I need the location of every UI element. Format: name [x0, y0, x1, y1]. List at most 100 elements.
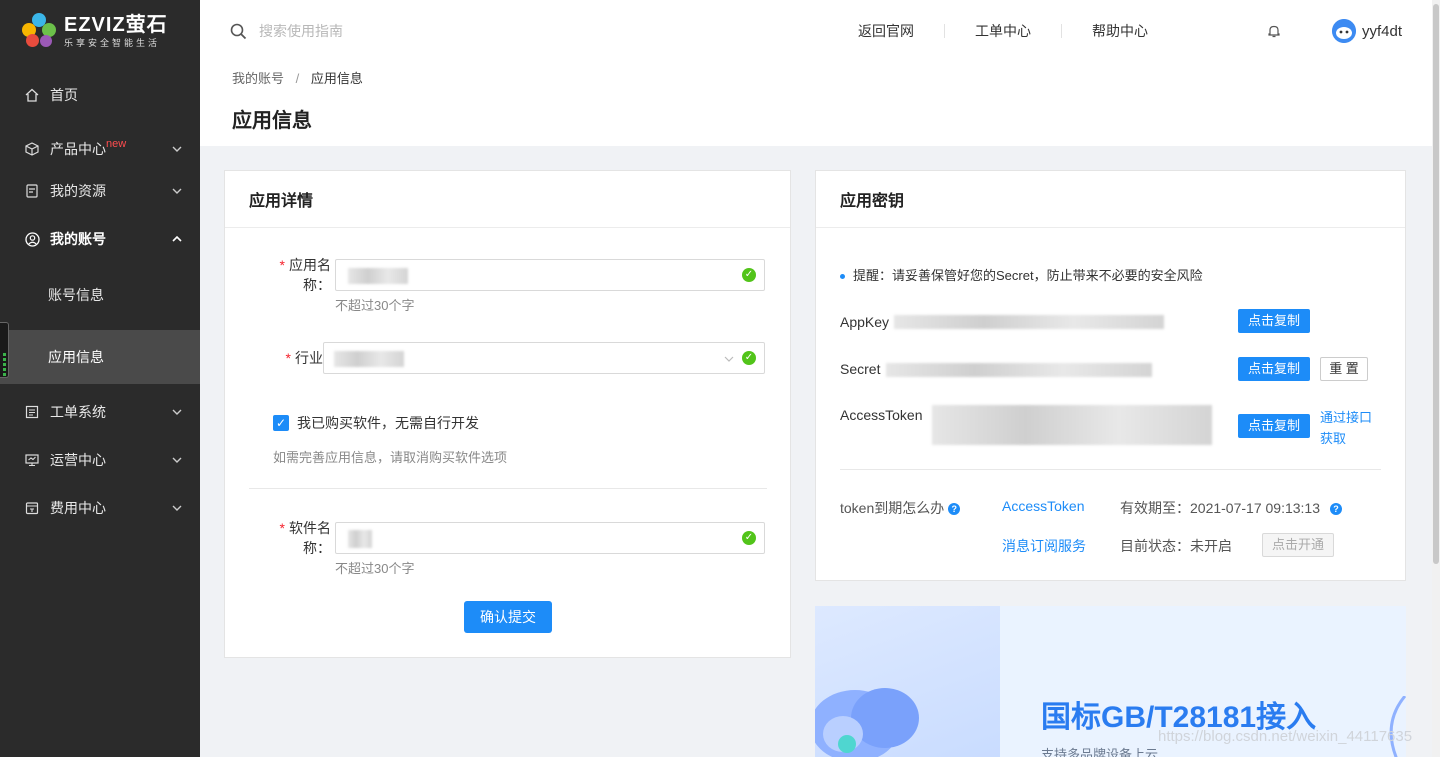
- card-title: 应用详情: [225, 171, 790, 228]
- sidebar-item-billing[interactable]: 费用中心: [0, 484, 200, 532]
- notice-dot: [840, 274, 845, 280]
- sidebar-item-resources[interactable]: 我的资源: [0, 167, 200, 215]
- purchased-checkbox-label: 我已购买软件，无需自行开发: [297, 415, 479, 431]
- banner-decoration: [1389, 696, 1406, 757]
- appkey-value-masked: [894, 315, 1164, 329]
- chevron-down-icon: [172, 409, 182, 415]
- purchased-hint: 如需完善应用信息，请取消购买软件选项: [273, 450, 508, 465]
- reset-secret-button[interactable]: 重 置: [1320, 357, 1368, 381]
- app-detail-card: 应用详情 * 应用名称： ✓ 不超过30个字 * 行业 ✓ ✓ 我已购买软件，无需自…: [224, 170, 791, 658]
- sidebar-item-label: 首页: [50, 87, 78, 103]
- document-icon: [24, 183, 40, 199]
- get-via-api-link[interactable]: 通过接口 获取: [1320, 407, 1372, 449]
- search-input[interactable]: [259, 23, 559, 39]
- sidebar-item-label: 工单系统: [50, 404, 106, 420]
- sidebar-item-label: 产品中心: [50, 141, 106, 157]
- purchased-checkbox-row[interactable]: ✓ 我已购买软件，无需自行开发: [273, 413, 479, 433]
- appkey-label: AppKey: [840, 314, 890, 330]
- industry-row: * 行业 ✓: [283, 342, 765, 374]
- token-label: AccessToken: [840, 407, 923, 423]
- status-value: 未开启: [1190, 538, 1232, 554]
- top-header: 返回官网 工单中心 帮助中心 yyf4dt: [200, 0, 1440, 62]
- side-drag-handle[interactable]: [0, 322, 9, 378]
- cube-icon: [24, 141, 40, 157]
- token-faq[interactable]: token到期怎么办?: [840, 498, 961, 518]
- help-center-link[interactable]: 帮助中心: [1062, 24, 1178, 38]
- check-circle-icon: ✓: [742, 351, 756, 365]
- copy-appkey-button[interactable]: 点击复制: [1238, 309, 1310, 333]
- banner-illustration: [815, 606, 1000, 757]
- token-value-masked: [932, 405, 1212, 445]
- app-name-label: * 应用名称：: [279, 257, 331, 293]
- sidebar-item-account[interactable]: 我的账号: [0, 215, 200, 263]
- divider: [840, 469, 1381, 470]
- sidebar-item-tickets[interactable]: 工单系统: [0, 388, 200, 436]
- submit-button[interactable]: 确认提交: [464, 601, 552, 633]
- user-icon: [24, 231, 40, 247]
- search-icon[interactable]: [230, 23, 247, 40]
- subscription-status: 目前状态：未开启: [1120, 538, 1232, 554]
- secret-value-masked: [886, 363, 1152, 377]
- header-links: 返回官网 工单中心 帮助中心: [828, 24, 1178, 38]
- check-circle-icon: ✓: [742, 268, 756, 282]
- sidebar-item-label: 账号信息: [48, 287, 104, 303]
- scrollbar[interactable]: [1432, 0, 1440, 757]
- new-badge: new: [106, 138, 127, 150]
- ticket-center-link[interactable]: 工单中心: [945, 24, 1062, 38]
- logo[interactable]: EZVIZ萤石 乐享安全智能生活: [0, 0, 200, 62]
- sidebar-item-label: 我的账号: [50, 231, 106, 247]
- expire-value: 2021-07-17 09:13:13: [1190, 500, 1320, 516]
- bell-icon[interactable]: [1266, 23, 1282, 39]
- app-key-card: 应用密钥 提醒：请妥善保管好您的Secret，防止带来不必要的安全风险 AppK…: [815, 170, 1406, 581]
- app-name-hint: 不超过30个字: [335, 298, 415, 313]
- username: yyf4dt: [1362, 22, 1403, 40]
- ezviz-logo-icon: [22, 13, 58, 49]
- breadcrumb-separator: /: [295, 71, 300, 86]
- sidebar-item-operations[interactable]: 运营中心: [0, 436, 200, 484]
- banner-subtitle: 支持多品牌设备上云: [1041, 747, 1159, 757]
- sidebar-item-label: 费用中心: [50, 500, 106, 516]
- chevron-down-icon: [172, 188, 182, 194]
- user-menu[interactable]: yyf4dt: [1332, 19, 1402, 43]
- home-icon: [24, 87, 40, 103]
- avatar: [1332, 19, 1356, 43]
- sidebar-item-label: 运营中心: [50, 452, 106, 468]
- list-icon: [24, 404, 40, 420]
- brand-slogan: 乐享安全智能生活: [64, 37, 161, 48]
- breadcrumb-parent[interactable]: 我的账号: [232, 71, 284, 86]
- scrollbar-thumb[interactable]: [1433, 4, 1439, 564]
- chevron-down-icon: [172, 457, 182, 463]
- question-icon[interactable]: ?: [948, 503, 961, 516]
- security-notice: 提醒：请妥善保管好您的Secret，防止带来不必要的安全风险: [840, 265, 1203, 284]
- chevron-down-icon: [172, 146, 182, 152]
- industry-select[interactable]: ✓: [323, 342, 765, 374]
- software-name-label: * 软件名称：: [279, 520, 331, 556]
- chevron-down-icon: [172, 505, 182, 511]
- sidebar: EZVIZ萤石 乐享安全智能生活 首页 产品中心new 我的资源 我的账号 账号…: [0, 0, 200, 757]
- purchased-checkbox[interactable]: ✓: [273, 415, 289, 431]
- page-header: 我的账号 / 应用信息 应用信息: [200, 62, 1432, 146]
- copy-secret-button[interactable]: 点击复制: [1238, 357, 1310, 381]
- software-name-field[interactable]: ✓: [335, 522, 765, 554]
- breadcrumb-current: 应用信息: [310, 71, 363, 86]
- sidebar-item-home[interactable]: 首页: [0, 71, 200, 119]
- card-title: 应用密钥: [816, 171, 1405, 228]
- divider: [249, 488, 767, 489]
- industry-label: * 行业: [285, 350, 323, 366]
- app-name-field[interactable]: ✓: [335, 259, 765, 291]
- sidebar-subitem-app-info[interactable]: 应用信息: [0, 330, 200, 384]
- message-subscription-link[interactable]: 消息订阅服务: [1002, 536, 1086, 556]
- search-bar: [230, 23, 790, 40]
- accesstoken-link[interactable]: AccessToken: [1002, 498, 1084, 514]
- sidebar-item-label: 我的资源: [50, 183, 106, 199]
- chevron-up-icon: [172, 235, 182, 242]
- monitor-icon: [24, 452, 40, 468]
- sidebar-item-products[interactable]: 产品中心new: [0, 125, 200, 173]
- sidebar-subitem-account-info[interactable]: 账号信息: [0, 268, 200, 322]
- check-circle-icon: ✓: [742, 531, 756, 545]
- copy-token-button[interactable]: 点击复制: [1238, 414, 1310, 438]
- watermark: https://blog.csdn.net/weixin_44117635: [1158, 728, 1413, 745]
- back-to-site-link[interactable]: 返回官网: [828, 24, 945, 38]
- enable-service-button: 点击开通: [1262, 533, 1334, 557]
- question-icon[interactable]: ?: [1330, 503, 1342, 516]
